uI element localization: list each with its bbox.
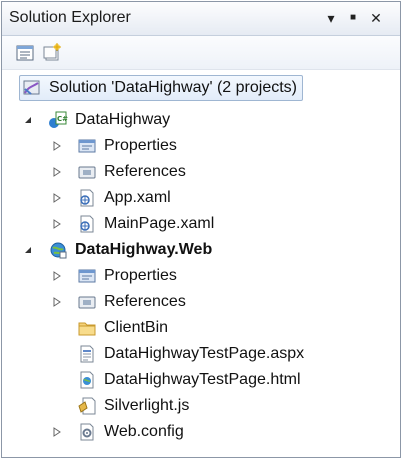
- item-label: Silverlight.js: [104, 397, 190, 414]
- xaml-file-icon: [80, 189, 94, 207]
- window-title: Solution Explorer: [9, 9, 131, 26]
- aspx-file-icon: [80, 345, 94, 363]
- references-folder-icon: [78, 166, 96, 179]
- html-file-icon: [80, 371, 94, 389]
- expand-toggle-web-config[interactable]: [51, 426, 63, 438]
- window-position-dropdown-button[interactable]: ▾: [322, 10, 340, 28]
- config-file-icon: [80, 423, 94, 441]
- item-label: Properties: [104, 137, 177, 154]
- tree-item-mainpage-xaml[interactable]: MainPage.xaml: [77, 211, 214, 237]
- item-label: DataHighwayTestPage.html: [104, 371, 301, 388]
- properties-icon: [16, 45, 34, 61]
- tree-item-testpage-html[interactable]: DataHighwayTestPage.html: [77, 367, 301, 393]
- item-label: Web.config: [104, 423, 184, 440]
- window-frame: Solution Explorer ▾ ■ ✕ Solution 'DataHi…: [1, 1, 401, 458]
- project-label: DataHighway: [75, 111, 171, 128]
- item-label: App.xaml: [104, 189, 171, 206]
- title-bar: Solution Explorer ▾ ■ ✕: [2, 2, 400, 36]
- references-folder-icon: [78, 296, 96, 309]
- collapsed-arrow-icon: [53, 271, 61, 281]
- tree-solution-node[interactable]: Solution 'DataHighway' (2 projects): [19, 75, 303, 101]
- tree-item-properties[interactable]: Properties: [77, 263, 177, 289]
- collapsed-arrow-icon: [53, 193, 61, 203]
- collapsed-arrow-icon: [53, 219, 61, 229]
- item-label: MainPage.xaml: [104, 215, 215, 232]
- properties-button[interactable]: [15, 43, 35, 63]
- web-project-icon: [50, 242, 67, 259]
- item-label: ClientBin: [104, 319, 169, 336]
- tree-item-testpage-aspx[interactable]: DataHighwayTestPage.aspx: [77, 341, 304, 367]
- tree-project-datahighway-web[interactable]: DataHighway.Web: [48, 237, 212, 263]
- item-label: DataHighwayTestPage.aspx: [104, 345, 305, 362]
- properties-folder-icon: [78, 139, 96, 153]
- item-label: Properties: [104, 267, 177, 284]
- tree-item-properties[interactable]: Properties: [77, 133, 177, 159]
- tree-item-app-xaml[interactable]: App.xaml: [77, 185, 171, 211]
- solution-explorer-window: Solution Explorer ▾ ■ ✕ Solution 'DataHi…: [0, 0, 404, 461]
- collapsed-arrow-icon: [53, 167, 61, 177]
- svg-text:C#: C#: [57, 115, 68, 123]
- solution-icon: [23, 80, 40, 95]
- tree-item-clientbin[interactable]: ClientBin: [77, 315, 168, 341]
- collapsed-arrow-icon: [53, 297, 61, 307]
- tree-project-datahighway[interactable]: C# DataHighway: [48, 107, 170, 133]
- collapse-toggle-datahighway[interactable]: [22, 114, 34, 126]
- expand-toggle-references-1[interactable]: [51, 166, 63, 178]
- properties-folder-icon: [78, 269, 96, 283]
- collapsed-arrow-icon: [53, 141, 61, 151]
- project-label: DataHighway.Web: [75, 241, 213, 258]
- expand-toggle-mainpage-xaml[interactable]: [51, 218, 63, 230]
- solution-label: Solution 'DataHighway' (2 projects): [49, 79, 297, 96]
- expanded-arrow-icon: [25, 247, 31, 253]
- solution-tree: Solution 'DataHighway' (2 projects) C# D…: [2, 70, 400, 457]
- xaml-file-icon: [80, 215, 94, 233]
- tree-item-silverlight-js[interactable]: Silverlight.js: [77, 393, 189, 419]
- csharp-project-icon: C#: [49, 111, 68, 128]
- toolbar: [2, 36, 400, 70]
- show-all-files-icon: [43, 43, 61, 61]
- expand-toggle-properties-1[interactable]: [51, 140, 63, 152]
- tree-item-references[interactable]: References: [77, 289, 186, 315]
- js-file-icon: [78, 397, 96, 415]
- show-all-files-button[interactable]: [42, 43, 62, 63]
- tree-item-web-config[interactable]: Web.config: [77, 419, 184, 445]
- expanded-arrow-icon: [25, 117, 31, 123]
- expand-toggle-properties-2[interactable]: [51, 270, 63, 282]
- tree-item-references[interactable]: References: [77, 159, 186, 185]
- collapse-toggle-datahighway-web[interactable]: [22, 244, 34, 256]
- pin-button[interactable]: ■: [344, 10, 362, 28]
- collapsed-arrow-icon: [53, 427, 61, 437]
- expand-toggle-app-xaml[interactable]: [51, 192, 63, 204]
- folder-icon: [78, 322, 96, 336]
- close-button[interactable]: ✕: [367, 10, 385, 28]
- item-label: References: [104, 163, 186, 180]
- item-label: References: [104, 293, 186, 310]
- expand-toggle-references-2[interactable]: [51, 296, 63, 308]
